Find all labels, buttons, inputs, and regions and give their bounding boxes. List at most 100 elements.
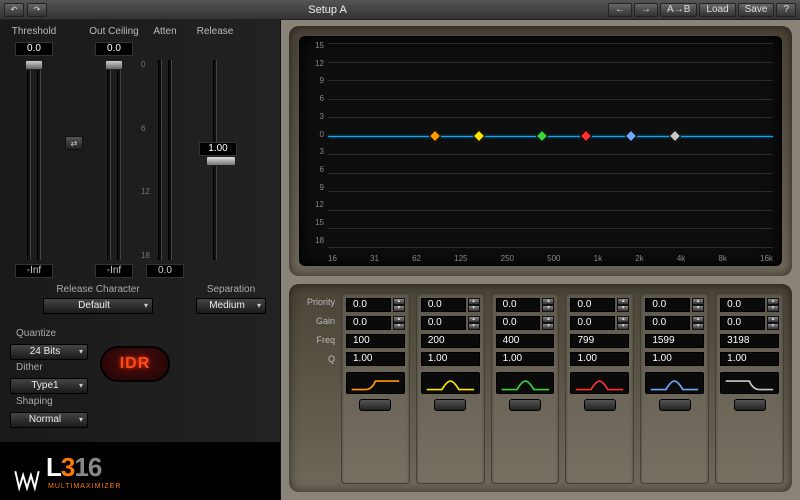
band-2: 0.0▴▾0.0▴▾2001.00 [416, 292, 485, 484]
band-1-gain-up[interactable]: ▴ [393, 316, 405, 323]
band-4-priority[interactable]: 0.0 [570, 298, 615, 312]
band-2-freq[interactable]: 200 [421, 334, 480, 348]
band-2-priority-up[interactable]: ▴ [468, 298, 480, 305]
band-1-shape-button[interactable] [346, 372, 405, 394]
bands-panel: Priority Gain Freq Q 0.0▴▾0.0▴▾1001.000.… [289, 284, 792, 492]
band-2-priority-down[interactable]: ▾ [468, 305, 480, 312]
band-4-priority-up[interactable]: ▴ [617, 298, 629, 305]
band-4-gain[interactable]: 0.0 [570, 316, 615, 330]
undo-icon[interactable]: ↶ [4, 3, 24, 17]
band-4-gain-up[interactable]: ▴ [617, 316, 629, 323]
band-6-gain-up[interactable]: ▴ [767, 316, 779, 323]
dither-dropdown[interactable]: Type1 [10, 378, 88, 394]
band-6-shape-button[interactable] [720, 372, 779, 394]
band-4-freq[interactable]: 799 [570, 334, 629, 348]
band-3-node[interactable] [535, 129, 548, 142]
help-button[interactable]: ? [776, 3, 796, 17]
threshold-slider[interactable] [25, 60, 43, 70]
redo-icon[interactable]: ↷ [27, 3, 47, 17]
release-character-dropdown[interactable]: Default [43, 298, 153, 314]
outceiling-meter: -Inf [95, 264, 133, 278]
graph-area[interactable] [328, 43, 773, 247]
band-3-q[interactable]: 1.00 [496, 352, 555, 366]
band-1-solo-button[interactable] [359, 399, 391, 411]
band-4-node[interactable] [580, 129, 593, 142]
release-slider[interactable] [206, 156, 236, 166]
band-5-shape-button[interactable] [645, 372, 704, 394]
band-1-priority-up[interactable]: ▴ [393, 298, 405, 305]
copy-ab-button[interactable]: A→B [660, 3, 697, 17]
band-6-node[interactable] [669, 129, 682, 142]
threshold-group: Threshold 0.0 -Inf [8, 26, 60, 278]
band-6-solo-button[interactable] [734, 399, 766, 411]
shaping-dropdown[interactable]: Normal [10, 412, 88, 428]
band-4-shape-button[interactable] [570, 372, 629, 394]
band-2-priority[interactable]: 0.0 [421, 298, 466, 312]
band-1-gain[interactable]: 0.0 [346, 316, 391, 330]
band-3-gain-up[interactable]: ▴ [542, 316, 554, 323]
band-5-freq[interactable]: 1599 [645, 334, 704, 348]
link-button[interactable]: ⇄ [65, 136, 83, 150]
outceiling-value[interactable]: 0.0 [95, 42, 133, 56]
atten-label: Atten [153, 26, 176, 40]
band-3: 0.0▴▾0.0▴▾4001.00 [491, 292, 560, 484]
band-2-solo-button[interactable] [434, 399, 466, 411]
band-3-gain-down[interactable]: ▾ [542, 323, 554, 330]
band-3-gain[interactable]: 0.0 [496, 316, 541, 330]
band-4-q[interactable]: 1.00 [570, 352, 629, 366]
band-1-priority[interactable]: 0.0 [346, 298, 391, 312]
band-5-solo-button[interactable] [659, 399, 691, 411]
preset-name[interactable]: Setup A [51, 4, 604, 16]
threshold-value[interactable]: 0.0 [15, 42, 53, 56]
band-2-shape-button[interactable] [421, 372, 480, 394]
band-1-q[interactable]: 1.00 [346, 352, 405, 366]
load-button[interactable]: Load [699, 3, 735, 17]
band-3-priority-down[interactable]: ▾ [542, 305, 554, 312]
band-6-freq[interactable]: 3198 [720, 334, 779, 348]
band-2-gain-up[interactable]: ▴ [468, 316, 480, 323]
band-5-gain-up[interactable]: ▴ [692, 316, 704, 323]
prev-preset-button[interactable]: ← [608, 3, 632, 17]
next-preset-button[interactable]: → [634, 3, 658, 17]
band-1-node[interactable] [428, 129, 441, 142]
band-5-priority-down[interactable]: ▾ [692, 305, 704, 312]
save-button[interactable]: Save [738, 3, 775, 17]
band-5-q[interactable]: 1.00 [645, 352, 704, 366]
band-2-gain[interactable]: 0.0 [421, 316, 466, 330]
band-2-gain-down[interactable]: ▾ [468, 323, 480, 330]
band-1-priority-down[interactable]: ▾ [393, 305, 405, 312]
eq-graph[interactable]: 15129630369121518 1631621252505001k2k4k8… [299, 36, 782, 266]
dither-label: Dither [10, 362, 88, 373]
band-6-priority-down[interactable]: ▾ [767, 305, 779, 312]
outceiling-slider[interactable] [105, 60, 123, 70]
idr-button[interactable]: IDR [100, 346, 170, 382]
threshold-label: Threshold [12, 26, 56, 40]
band-5-node[interactable] [624, 129, 637, 142]
separation-dropdown[interactable]: Medium [196, 298, 266, 314]
waves-logo-icon [14, 466, 40, 492]
release-value[interactable]: 1.00 [199, 142, 237, 156]
band-3-priority-up[interactable]: ▴ [542, 298, 554, 305]
band-4-solo-button[interactable] [584, 399, 616, 411]
band-3-solo-button[interactable] [509, 399, 541, 411]
band-5-gain[interactable]: 0.0 [645, 316, 690, 330]
band-2-q[interactable]: 1.00 [421, 352, 480, 366]
band-5-gain-down[interactable]: ▾ [692, 323, 704, 330]
band-1-freq[interactable]: 100 [346, 334, 405, 348]
band-1-gain-down[interactable]: ▾ [393, 323, 405, 330]
band-6-gain-down[interactable]: ▾ [767, 323, 779, 330]
band-6-q[interactable]: 1.00 [720, 352, 779, 366]
graph-y-axis: 15129630369121518 [304, 41, 324, 245]
band-3-shape-button[interactable] [496, 372, 555, 394]
quantize-dropdown[interactable]: 24 Bits [10, 344, 88, 360]
band-5-priority[interactable]: 0.0 [645, 298, 690, 312]
band-5-priority-up[interactable]: ▴ [692, 298, 704, 305]
band-4-gain-down[interactable]: ▾ [617, 323, 629, 330]
band-4-priority-down[interactable]: ▾ [617, 305, 629, 312]
band-6-gain[interactable]: 0.0 [720, 316, 765, 330]
band-6-priority[interactable]: 0.0 [720, 298, 765, 312]
band-2-node[interactable] [473, 129, 486, 142]
band-3-freq[interactable]: 400 [496, 334, 555, 348]
band-3-priority[interactable]: 0.0 [496, 298, 541, 312]
band-6-priority-up[interactable]: ▴ [767, 298, 779, 305]
